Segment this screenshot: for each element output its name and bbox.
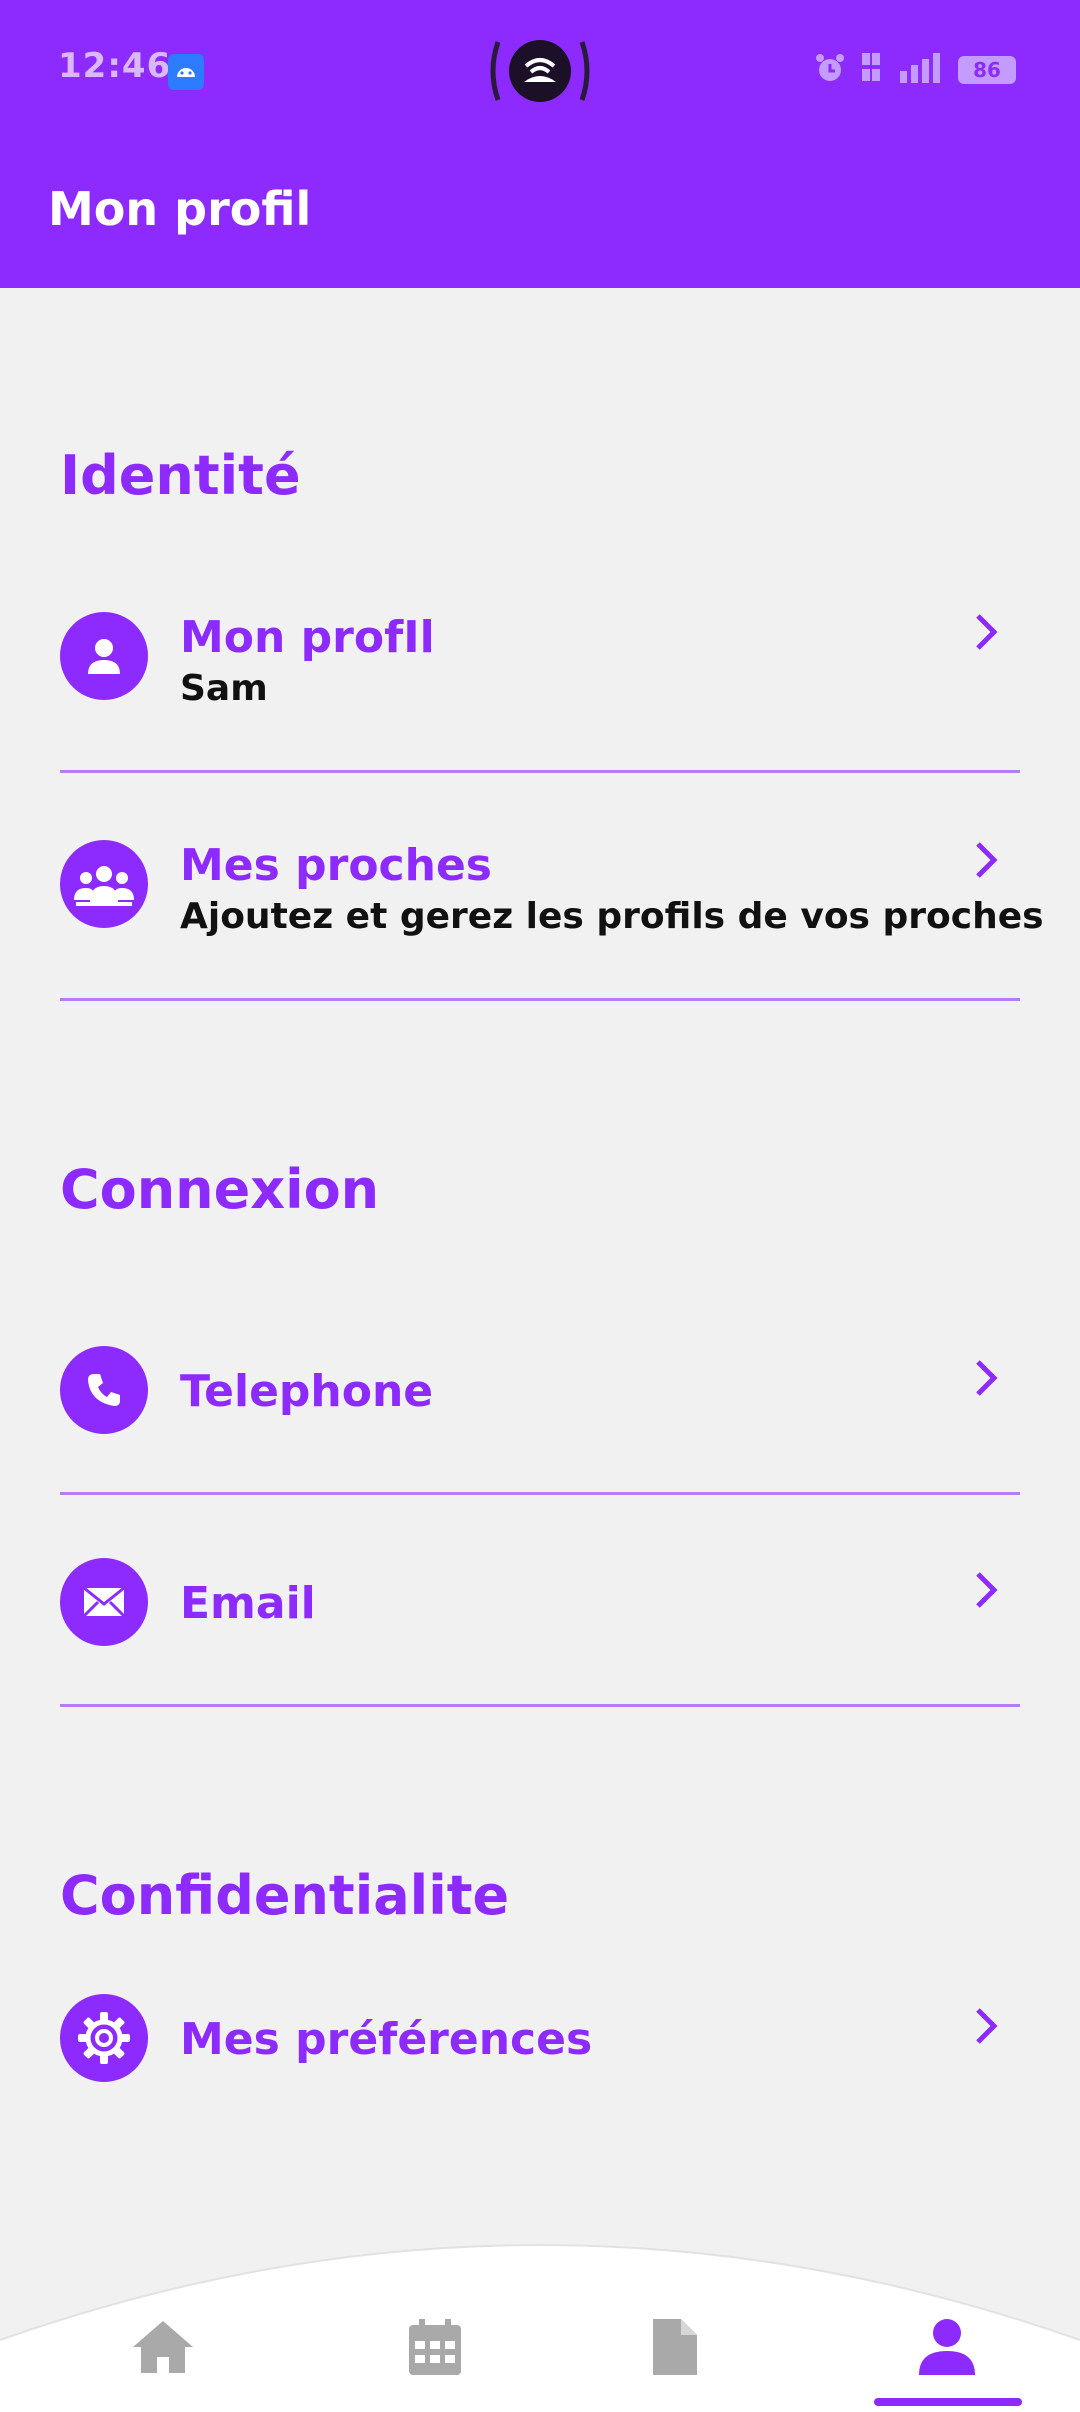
status-bar: 12:46 86: [0, 0, 1080, 140]
row-title: Telephone: [180, 1366, 434, 1417]
section-title-confidentialite: Confidentialite: [60, 1864, 510, 1927]
divider: [60, 998, 1020, 1001]
row-subtitle: Ajoutez et gerez les profils de vos proc…: [180, 896, 1044, 937]
phone-icon: [60, 1346, 148, 1434]
volte-icon: [860, 51, 882, 89]
gear-icon: [60, 1994, 148, 2082]
battery-icon: 86: [958, 56, 1016, 84]
document-icon: [653, 2319, 697, 2375]
status-icons: 86: [814, 50, 1016, 90]
active-tab-indicator: [874, 2398, 1022, 2406]
status-time: 12:46: [58, 46, 172, 86]
chevron-right-icon: [976, 2008, 998, 2044]
calendar-icon: [409, 2319, 461, 2375]
person-icon: [60, 612, 148, 700]
android-notification-icon: [168, 54, 204, 90]
5g-signal-icon: [896, 51, 944, 89]
home-icon: [133, 2321, 193, 2373]
row-telephone[interactable]: Telephone: [60, 1346, 1020, 1486]
profile-icon: [919, 2319, 975, 2375]
divider: [60, 770, 1020, 773]
row-title: Mes préférences: [180, 2014, 593, 2065]
nav-documents[interactable]: [640, 2312, 710, 2382]
chevron-right-icon: [976, 1572, 998, 1608]
section-title-identite: Identité: [60, 444, 301, 507]
divider: [60, 1492, 1020, 1495]
nav-profile[interactable]: [912, 2312, 982, 2382]
group-icon: [60, 840, 148, 928]
row-title: Mes proches: [180, 840, 492, 891]
divider: [60, 1704, 1020, 1707]
bottom-nav: [0, 2220, 1080, 2412]
alarm-icon: [814, 52, 846, 88]
row-title: Email: [180, 1578, 316, 1629]
section-title-connexion: Connexion: [60, 1158, 380, 1221]
row-email[interactable]: Email: [60, 1558, 1020, 1698]
row-title: Mon profIl: [180, 612, 435, 663]
mail-icon: [60, 1558, 148, 1646]
chevron-right-icon: [976, 1360, 998, 1396]
row-subtitle: Sam: [180, 668, 268, 709]
row-mes-proches[interactable]: Mes proches Ajoutez et gerez les profils…: [60, 840, 1044, 980]
page-title: Mon profil: [48, 182, 312, 236]
row-mes-preferences[interactable]: Mes préférences: [60, 1994, 1020, 2134]
app-bar: Mon profil: [0, 140, 1080, 288]
nav-calendar[interactable]: [400, 2312, 470, 2382]
row-mon-profil[interactable]: Mon profIl Sam: [60, 612, 1020, 752]
chevron-right-icon: [976, 842, 998, 878]
chevron-right-icon: [976, 614, 998, 650]
nav-home[interactable]: [128, 2312, 198, 2382]
hotspot-icon: [488, 34, 592, 108]
